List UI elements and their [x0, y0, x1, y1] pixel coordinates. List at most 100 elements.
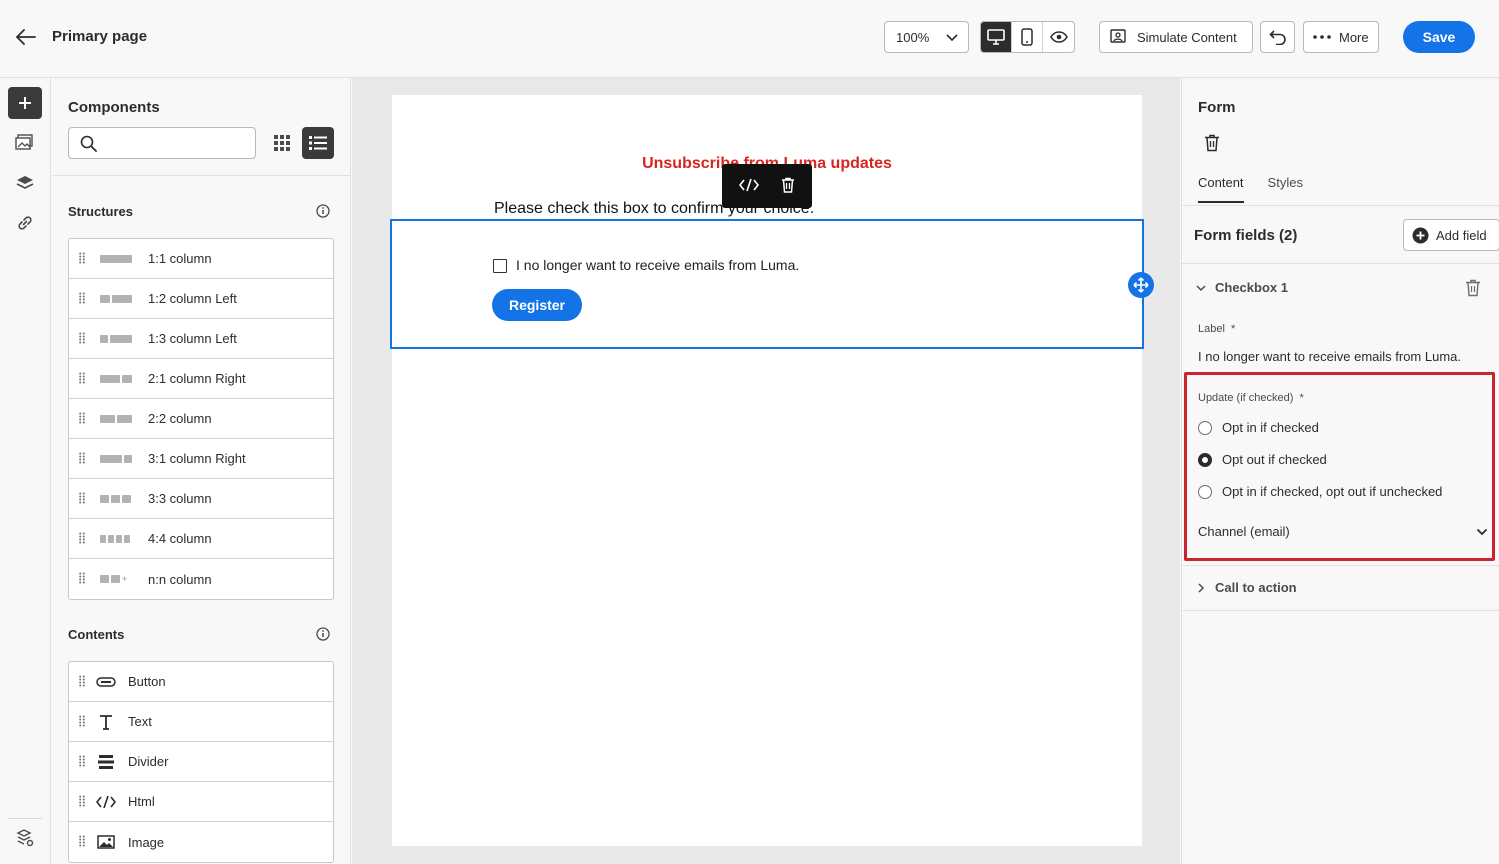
structure-label: 4:4 column	[148, 531, 212, 546]
structures-info-icon[interactable]	[316, 204, 330, 221]
contents-list: Button Text Divider Html Image	[68, 661, 334, 863]
eye-icon	[1049, 31, 1068, 43]
structures-title: Structures	[68, 204, 134, 219]
code-icon[interactable]	[738, 178, 760, 195]
column-layout-icon	[100, 535, 130, 543]
more-label: More	[1339, 29, 1369, 45]
rail-layers-button[interactable]	[8, 167, 42, 199]
page-title: Primary page	[52, 28, 148, 45]
register-button[interactable]: Register	[492, 289, 582, 321]
structure-label: 2:1 column Right	[148, 371, 246, 386]
content-item-html[interactable]: Html	[69, 782, 333, 822]
email-page: Unsubscribe from Luma updates Please che…	[390, 95, 1154, 846]
radio-opt-in[interactable]: Opt in if checked	[1198, 420, 1319, 435]
unsubscribe-checkbox[interactable]	[493, 259, 507, 273]
checkbox-1-title: Checkbox 1	[1215, 280, 1288, 295]
label-title-text: Label	[1198, 323, 1225, 335]
structure-item[interactable]: 2:1 column Right	[69, 359, 333, 399]
drag-handle-icon	[79, 835, 85, 850]
structure-item[interactable]: 3:3 column	[69, 479, 333, 519]
structure-item[interactable]: 2:2 column	[69, 399, 333, 439]
content-item-text[interactable]: Text	[69, 702, 333, 742]
radio-button[interactable]	[1198, 484, 1212, 499]
button-icon	[96, 673, 116, 691]
selected-form-block[interactable]: I no longer want to receive emails from …	[390, 219, 1154, 349]
column-layout-icon	[100, 455, 132, 463]
label-field-value[interactable]: I no longer want to receive emails from …	[1198, 349, 1461, 364]
radio-button[interactable]	[1198, 420, 1212, 435]
grid-view-button[interactable]	[267, 128, 297, 158]
tab-styles[interactable]: Styles	[1268, 175, 1303, 203]
update-field-title: Update (if checked) *	[1198, 392, 1304, 404]
rail-links-button[interactable]	[8, 207, 42, 239]
drag-handle-icon	[79, 492, 85, 507]
radio-opt-out[interactable]: Opt out if checked	[1198, 452, 1327, 467]
structure-item[interactable]: 4:4 column	[69, 519, 333, 559]
radio-label: Opt in if checked, opt out if unchecked	[1222, 484, 1443, 499]
mobile-view-button[interactable]	[1012, 22, 1043, 52]
checkbox-label: I no longer want to receive emails from …	[516, 257, 800, 273]
radio-button-selected[interactable]	[1198, 452, 1212, 467]
required-mark: *	[1299, 392, 1304, 404]
radio-label: Opt out if checked	[1222, 452, 1327, 467]
drag-handle-icon	[79, 795, 85, 810]
structure-item[interactable]: + n:n column	[69, 559, 333, 599]
rail-components-button[interactable]	[8, 87, 42, 119]
text-icon	[96, 713, 116, 731]
search-icon	[80, 135, 97, 155]
column-layout-icon	[100, 415, 132, 423]
preview-button[interactable]	[1043, 22, 1074, 52]
contents-title: Contents	[68, 627, 125, 642]
components-title: Components	[68, 99, 160, 116]
structure-item[interactable]: 3:1 column Right	[69, 439, 333, 479]
rail-layers-settings-button[interactable]	[8, 822, 42, 854]
call-to-action-accordion[interactable]: Call to action	[1196, 580, 1297, 595]
call-to-action-title: Call to action	[1215, 580, 1297, 595]
contents-info-icon[interactable]	[316, 627, 330, 644]
drag-handle-icon	[79, 412, 85, 427]
properties-panel: Form Content Styles Form fields (2) Add …	[1181, 78, 1499, 864]
tab-content[interactable]: Content	[1198, 175, 1244, 203]
back-arrow-icon[interactable]	[14, 26, 38, 48]
components-search-input[interactable]	[68, 127, 256, 159]
content-item-image[interactable]: Image	[69, 822, 333, 862]
list-view-button[interactable]	[302, 127, 334, 159]
column-layout-icon	[100, 335, 132, 343]
link-icon	[18, 216, 32, 230]
block-toolbar	[722, 164, 812, 208]
move-handle-icon[interactable]	[1128, 272, 1154, 298]
desktop-view-button[interactable]	[981, 22, 1012, 52]
simulate-content-button[interactable]: Simulate Content	[1099, 21, 1253, 53]
add-field-button[interactable]: Add field	[1403, 219, 1499, 251]
delete-field-icon[interactable]	[1465, 279, 1481, 300]
checkbox-1-accordion[interactable]: Checkbox 1	[1196, 280, 1288, 295]
chevron-down-icon	[945, 30, 959, 47]
content-item-divider[interactable]: Divider	[69, 742, 333, 782]
drag-handle-icon	[79, 572, 85, 587]
rail-assets-button[interactable]	[8, 127, 42, 159]
content-item-button[interactable]: Button	[69, 662, 333, 702]
radio-opt-in-out[interactable]: Opt in if checked, opt out if unchecked	[1198, 484, 1442, 499]
structure-item[interactable]: 1:1 column	[69, 239, 333, 279]
more-dots-icon	[1313, 35, 1331, 39]
structure-item[interactable]: 1:3 column Left	[69, 319, 333, 359]
zoom-value: 100%	[896, 29, 930, 45]
content-label: Image	[128, 834, 165, 850]
more-button[interactable]: More	[1303, 21, 1379, 53]
structure-label: n:n column	[148, 571, 212, 587]
drag-handle-icon	[79, 532, 85, 547]
column-layout-icon	[100, 375, 132, 383]
structure-label: 1:3 column Left	[148, 331, 237, 346]
drag-handle-icon	[79, 252, 85, 267]
props-tabs: Content Styles	[1198, 175, 1303, 203]
left-rail	[0, 78, 51, 864]
structure-item[interactable]: 1:2 column Left	[69, 279, 333, 319]
delete-block-icon[interactable]	[781, 177, 795, 196]
zoom-select[interactable]: 100%	[884, 21, 969, 53]
view-mode-group	[980, 21, 1075, 53]
undo-button[interactable]	[1260, 21, 1295, 53]
column-layout-icon	[100, 295, 132, 303]
delete-form-icon[interactable]	[1204, 134, 1220, 155]
channel-accordion[interactable]: Channel (email)	[1198, 524, 1488, 539]
save-button[interactable]: Save	[1403, 21, 1475, 53]
